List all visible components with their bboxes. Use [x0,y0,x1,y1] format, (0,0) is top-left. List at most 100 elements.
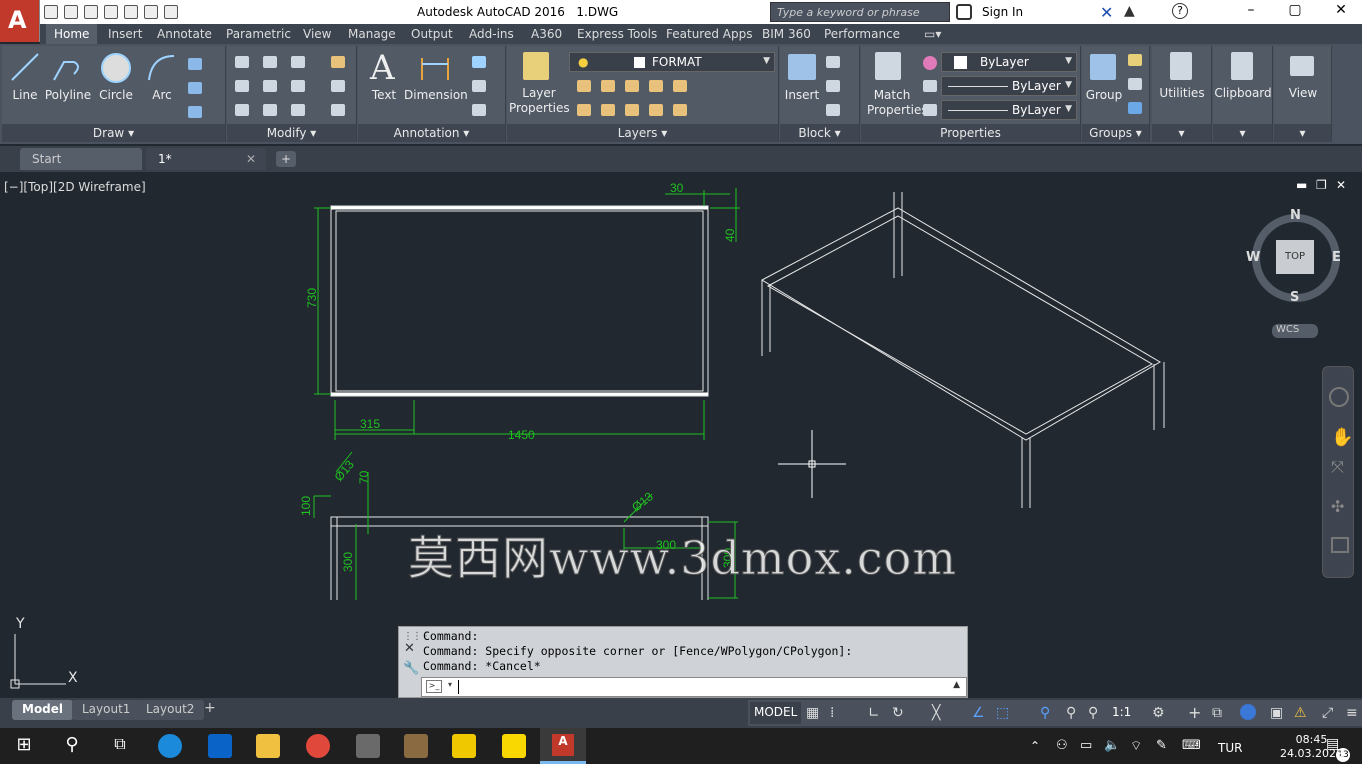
object-snap-tracking-icon[interactable]: ∠ [972,705,985,721]
zoom-extents-icon[interactable]: ⤧ [1331,457,1344,477]
isolate-objects-icon[interactable] [1240,704,1256,720]
match-properties-button[interactable]: Match Properties [867,88,928,118]
clean-screen-icon[interactable]: ⤢ [1322,705,1333,721]
help-icon[interactable]: ? [1172,3,1188,19]
fillet-icon[interactable] [291,80,305,92]
tab-add-ins[interactable]: Add-ins [469,27,514,41]
clipboard-expand[interactable]: ▾ [1213,124,1272,142]
exchange-icon[interactable]: ✕ [1100,3,1113,22]
linear-dimension-icon[interactable] [472,56,486,68]
panel-draw-title[interactable]: Draw ▾ [2,124,225,142]
erase-icon[interactable] [331,56,345,68]
tab-insert[interactable]: Insert [108,27,142,41]
panel-modify-title[interactable]: Modify ▾ [227,124,356,142]
customization-icon[interactable]: ≡ [1346,705,1358,721]
file-explorer-icon[interactable] [256,734,280,758]
edge-icon[interactable] [158,734,182,758]
layer-tool-5-icon[interactable] [673,80,687,92]
explode-icon[interactable] [331,80,345,92]
tab-model[interactable]: Model [12,700,74,720]
chrome-icon[interactable] [306,734,330,758]
tab-featured-apps[interactable]: Featured Apps [666,27,752,41]
edit-attributes-icon[interactable] [826,104,840,116]
add-layout-button[interactable]: + [204,700,216,716]
isodraft-icon[interactable]: ╳ [932,705,940,721]
steering-wheel-icon[interactable] [1329,387,1349,407]
panel-annotation-title[interactable]: Annotation ▾ [358,124,505,142]
show-hidden-icons-icon[interactable]: ⌃ [1030,739,1040,753]
layer-tool-7-icon[interactable] [601,104,615,116]
tab-bim360[interactable]: BIM 360 [762,27,811,41]
maximize-button[interactable]: ▢ [1280,2,1310,22]
panel-layers-title[interactable]: Layers ▾ [507,124,778,142]
drawing-viewport[interactable]: [−][Top][2D Wireframe] ▬ ❐ ✕ 30 40 730 3… [0,172,1362,698]
save-icon[interactable] [84,5,98,19]
panel-clipboard[interactable]: Clipboard ▾ [1213,46,1273,142]
close-button[interactable]: ✕ [1326,2,1356,22]
text-button[interactable]: Text [366,88,402,102]
model-space-button[interactable]: MODEL [750,702,802,724]
tab-annotate[interactable]: Annotate [157,27,212,41]
onedrive-icon[interactable]: ⚇ [1056,738,1068,753]
chevron-down-icon[interactable]: ▾ [448,680,452,689]
offset-icon[interactable] [331,104,345,116]
create-block-icon[interactable] [826,56,840,68]
ribbon-options-icon[interactable]: ▭▾ [924,27,941,41]
viewcube-top-face[interactable]: TOP [1276,240,1314,274]
mail-icon[interactable] [208,734,232,758]
panel-view[interactable]: View ▾ [1274,46,1332,142]
annotation-scale-icon[interactable]: ⚲ [1088,705,1098,721]
table-icon[interactable] [472,104,486,116]
tab-home[interactable]: Home [46,24,98,44]
new-tab-button[interactable]: + [276,151,296,167]
layer-tool-6-icon[interactable] [577,104,591,116]
orbit-icon[interactable]: ✣ [1331,497,1344,516]
rotate-icon[interactable] [263,56,277,68]
system-clock[interactable]: 08:45 24.03.2022 [1280,733,1343,761]
binoculars-icon[interactable] [956,4,972,20]
minimize-button[interactable]: – [1236,2,1266,22]
tab-manage[interactable]: Manage [348,27,396,41]
hardware-acceleration-icon[interactable]: ▣ [1270,705,1283,721]
panel-utilities[interactable]: Utilities ▾ [1152,46,1212,142]
microphone-icon[interactable] [404,734,428,758]
tab-document[interactable]: 1* ✕ [146,148,266,170]
account-icon[interactable]: ▲ [1124,3,1135,19]
layer-tool-10-icon[interactable] [673,104,687,116]
mirror-icon[interactable] [263,80,277,92]
tab-view[interactable]: View [303,27,331,41]
save-as-icon[interactable] [104,5,118,19]
polyline-button[interactable]: Polyline [42,88,94,102]
viewcube-south[interactable]: S [1290,290,1299,305]
hatch-icon[interactable] [188,82,202,94]
layer-tool-9-icon[interactable] [649,104,663,116]
calculator-icon[interactable] [356,734,380,758]
wcs-menu[interactable]: WCS [1272,324,1318,338]
task-view-icon[interactable]: ⧉ [108,734,132,758]
tab-output[interactable]: Output [411,27,453,41]
copy-icon[interactable] [235,80,249,92]
tab-a360[interactable]: A360 [531,27,562,41]
lineweight-dropdown[interactable]: ByLayer ▼ [941,100,1077,120]
redo-icon[interactable] [164,5,178,19]
pen-icon[interactable]: ✎ [1156,738,1167,753]
battery-icon[interactable]: ▭ [1080,738,1092,753]
viewcube-east[interactable]: E [1332,250,1341,265]
panel-groups-title[interactable]: Groups ▾ [1082,124,1149,142]
search-icon[interactable]: ⚲ [60,734,84,758]
line-button[interactable]: Line [8,88,42,102]
tab-express-tools[interactable]: Express Tools [577,27,657,41]
annotation-visibility-icon[interactable]: ⚲ [1040,705,1050,721]
keyboard-icon[interactable]: ⌨ [1182,738,1201,753]
clean-screen-warning-icon[interactable]: ⚠ [1294,705,1307,721]
annotation-monitor-icon[interactable]: + [1188,703,1201,722]
ungroup-icon[interactable] [1128,54,1142,66]
group-select-icon[interactable] [1128,102,1142,114]
volume-icon[interactable]: 🔈 [1104,738,1120,753]
pan-icon[interactable]: ✋ [1331,427,1353,448]
close-icon[interactable]: ✕ [246,152,256,166]
array-icon[interactable] [291,104,305,116]
color-dropdown[interactable]: ByLayer ▼ [941,52,1077,72]
viewcube-north[interactable]: N [1290,208,1301,223]
tab-layout1[interactable]: Layout1 [72,700,141,720]
